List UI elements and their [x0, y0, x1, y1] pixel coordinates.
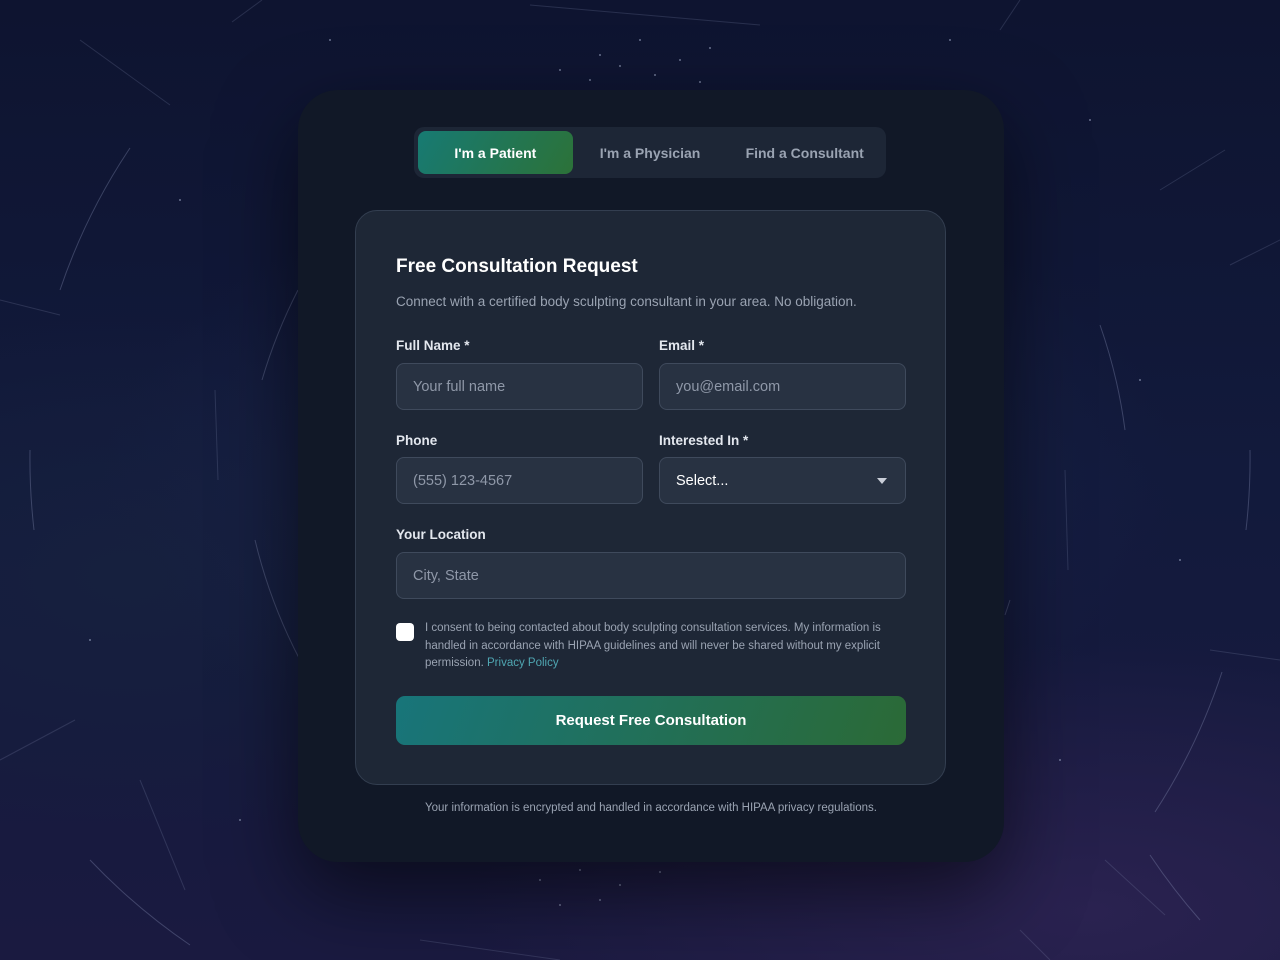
chevron-down-icon: [877, 477, 887, 484]
email-label: Email *: [659, 338, 705, 353]
consultation-card: I'm a Patient I'm a Physician Find a Con…: [298, 90, 1004, 862]
form-title: Free Consultation Request: [396, 256, 638, 277]
form-subtitle: Connect with a certified body sculpting …: [396, 294, 857, 309]
interested-in-value: Select...: [676, 472, 729, 489]
phone-input[interactable]: (555) 123-4567: [396, 457, 643, 504]
phone-label: Phone: [396, 433, 438, 448]
audience-tabs: I'm a Patient I'm a Physician Find a Con…: [414, 127, 886, 178]
tab-patient[interactable]: I'm a Patient: [418, 131, 573, 174]
interested-in-select[interactable]: Select...: [659, 457, 906, 504]
tab-physician[interactable]: I'm a Physician: [573, 131, 728, 174]
email-input[interactable]: you@email.com: [659, 363, 906, 410]
location-label: Your Location: [396, 527, 486, 542]
location-input[interactable]: City, State: [396, 552, 906, 599]
consent-text: I consent to being contacted about body …: [425, 620, 905, 673]
full-name-input[interactable]: Your full name: [396, 363, 643, 410]
consultation-form: Free Consultation Request Connect with a…: [355, 210, 946, 785]
consent-checkbox[interactable]: [396, 623, 414, 641]
request-consultation-button[interactable]: Request Free Consultation: [396, 696, 906, 745]
tab-find-consultant[interactable]: Find a Consultant: [727, 131, 882, 174]
full-name-label: Full Name *: [396, 338, 470, 353]
interested-in-label: Interested In *: [659, 433, 749, 448]
privacy-policy-link[interactable]: Privacy Policy: [487, 657, 559, 669]
privacy-footer-note: Your information is encrypted and handle…: [425, 802, 877, 814]
